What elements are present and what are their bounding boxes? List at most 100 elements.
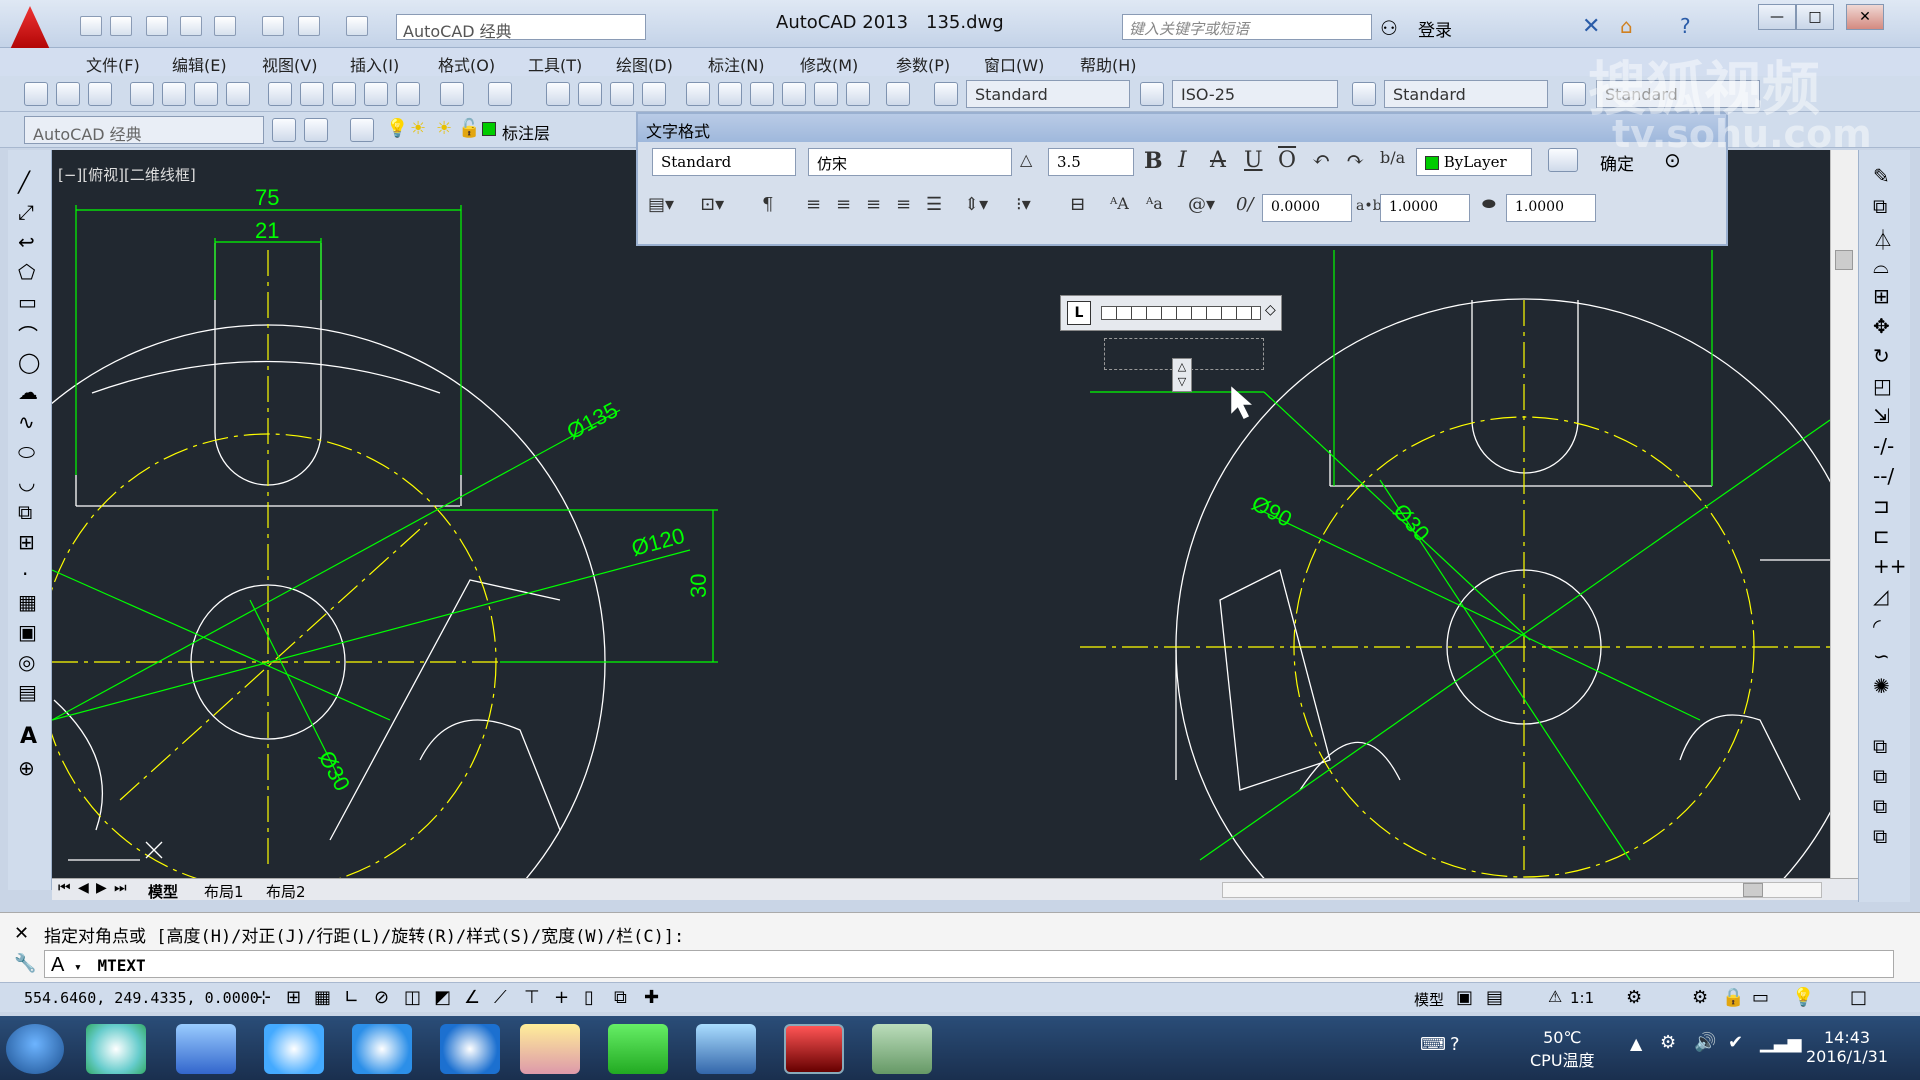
tab-model[interactable]: 模型 [148, 881, 178, 902]
menu-tools[interactable]: 工具(T) [528, 52, 582, 76]
trim-icon[interactable]: -/- [1873, 434, 1894, 458]
draworder-icon[interactable]: ⧉ [1873, 734, 1887, 758]
bring-above-icon[interactable]: ⧉ [1873, 824, 1887, 848]
calculator-icon[interactable] [846, 82, 870, 106]
video-icon[interactable] [696, 1024, 756, 1074]
exchange-icon[interactable]: ✕ [1582, 14, 1600, 39]
sun-vp-icon[interactable]: ☀ [436, 118, 452, 139]
new-icon[interactable] [80, 16, 102, 36]
tab-nav-prev-icon[interactable]: ◀ [78, 880, 89, 896]
osnap-icon[interactable]: ◫ [404, 987, 421, 1008]
polar-icon[interactable]: ⊘ [374, 987, 389, 1008]
zoom-previous-icon[interactable] [642, 82, 666, 106]
hscroll-thumb[interactable] [1743, 883, 1763, 897]
skype-icon[interactable] [264, 1024, 324, 1074]
pan-icon[interactable] [546, 82, 570, 106]
width-factor-icon[interactable]: ⬬ [1482, 194, 1496, 214]
preview-icon[interactable] [162, 82, 186, 106]
menu-format[interactable]: 格式(O) [438, 52, 495, 76]
save-as-icon[interactable] [180, 16, 202, 36]
blend-icon[interactable]: ∽ [1873, 644, 1890, 668]
tracking-icon[interactable]: a•b [1356, 198, 1382, 214]
vertical-scrollbar[interactable] [1830, 150, 1858, 878]
light-bulb-icon[interactable]: 💡 [386, 118, 408, 139]
infer-constraints-icon[interactable]: ⊹ [256, 987, 271, 1008]
mtext-ruler[interactable]: L ◇ [1060, 295, 1282, 331]
keyboard-icon[interactable]: ⌨ [1420, 1034, 1446, 1055]
tab-layout1[interactable]: 布局1 [204, 881, 244, 902]
spline-icon[interactable]: ∿ [18, 410, 35, 434]
menu-edit[interactable]: 编辑(E) [172, 52, 227, 76]
coordinates-readout[interactable]: 554.6460, 249.4335, 0.0000 [24, 989, 259, 1007]
copy-icon[interactable] [300, 82, 324, 106]
stretch-icon[interactable]: ⇲ [1873, 404, 1890, 428]
copy-object-icon[interactable]: ⧉ [1873, 194, 1887, 218]
polyline-icon[interactable]: ↩ [18, 230, 35, 254]
cpu-temp-widget[interactable]: 50℃ CPU温度 [1530, 1028, 1595, 1071]
menu-draw[interactable]: 绘图(D) [616, 52, 673, 76]
system-clock[interactable]: 14:43 2016/1/31 [1806, 1028, 1888, 1066]
grid-icon[interactable]: ▦ [314, 987, 331, 1008]
height-grip-icon[interactable]: △ ▽ [1172, 358, 1192, 392]
redo-icon[interactable] [488, 82, 512, 106]
align-right-icon[interactable]: ≡ [866, 194, 881, 215]
font-dropdown[interactable]: 仿宋 [808, 148, 1012, 176]
start-button[interactable] [6, 1024, 64, 1074]
circle-icon[interactable]: ◯ [18, 350, 40, 374]
snap-icon[interactable]: ⊞ [286, 987, 301, 1008]
explorer-icon[interactable] [520, 1024, 580, 1074]
workspace-settings-icon[interactable] [272, 118, 296, 142]
close-button[interactable]: ✕ [1846, 4, 1884, 30]
horizontal-scrollbar[interactable] [1222, 882, 1822, 898]
model-space-button[interactable]: 模型 [1414, 989, 1444, 1010]
security-icon[interactable]: ✔ [1728, 1032, 1743, 1053]
line-spacing-icon[interactable]: ⇕▾ [964, 194, 988, 215]
maximize-button[interactable]: □ [1796, 4, 1834, 30]
move-icon[interactable]: ✥ [1873, 314, 1890, 338]
autocad-logo-icon[interactable] [8, 6, 52, 54]
table-icon[interactable]: ▤ [18, 680, 37, 704]
redo-icon[interactable]: ↷ [1346, 148, 1364, 173]
3dprint-icon[interactable] [226, 82, 250, 106]
polygon-icon[interactable]: ⬠ [18, 260, 35, 284]
tab-nav-next-icon[interactable]: ▶ [96, 880, 107, 896]
join-icon[interactable]: ++ [1873, 554, 1907, 578]
align-center-icon[interactable]: ≡ [836, 194, 851, 215]
insert-field-icon[interactable]: ⊟ [1070, 194, 1085, 215]
annotation-scale[interactable]: 1:1 [1570, 989, 1594, 1007]
menu-view[interactable]: 视图(V) [262, 52, 317, 76]
dim-style-dropdown[interactable]: ISO-25 [1172, 80, 1338, 108]
extend-icon[interactable]: --/ [1873, 464, 1894, 488]
layer-manager-icon[interactable] [350, 118, 374, 142]
network-device-icon[interactable]: ⚙ [1660, 1032, 1676, 1053]
plot-icon[interactable] [130, 82, 154, 106]
wrench-icon[interactable]: 🔧 [14, 953, 36, 974]
viewport-label[interactable]: [−][俯视][二维线框] [58, 164, 196, 185]
qnew-icon[interactable] [24, 82, 48, 106]
transparency-icon[interactable]: ▯ [584, 987, 594, 1008]
lowercase-icon[interactable]: ᴬa [1146, 194, 1163, 213]
selection-cycling-icon[interactable]: ✚ [644, 987, 659, 1008]
tray-expand-icon[interactable]: ▲ [1630, 1034, 1642, 1053]
quick-view-drawings-icon[interactable]: ▤ [1486, 987, 1503, 1008]
revcloud-icon[interactable]: ☁ [18, 380, 38, 404]
quick-props-icon[interactable]: ⧉ [614, 987, 627, 1008]
help-icon[interactable] [886, 82, 910, 106]
overline-button[interactable]: O [1278, 148, 1296, 173]
tab-layout2[interactable]: 布局2 [266, 881, 306, 902]
sheet-set-icon[interactable] [782, 82, 806, 106]
color-dropdown[interactable]: ByLayer [1416, 148, 1532, 176]
menu-file[interactable]: 文件(F) [86, 52, 140, 76]
send-back-icon[interactable]: ⧉ [1873, 794, 1887, 818]
save-icon[interactable] [88, 82, 112, 106]
strikethrough-button[interactable]: A [1210, 148, 1226, 173]
gradient-icon[interactable]: ▣ [18, 620, 37, 644]
tab-nav-last-icon[interactable]: ⏭ [114, 880, 127, 896]
align-left-icon[interactable]: ≡ [806, 194, 821, 215]
help-icon[interactable]: ? [1680, 14, 1691, 38]
cut-icon[interactable] [268, 82, 292, 106]
menu-dimension[interactable]: 标注(N) [708, 52, 764, 76]
distribute-icon[interactable]: ☰ [926, 194, 942, 215]
isolate-objects-icon[interactable]: 💡 [1792, 987, 1814, 1008]
annotative-icon[interactable]: △ [1020, 150, 1032, 169]
